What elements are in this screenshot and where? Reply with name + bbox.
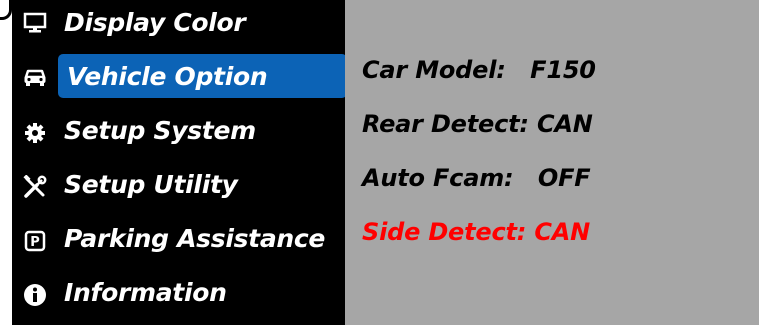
svg-text:P: P [30, 235, 40, 250]
menu-item-label: Setup System [64, 115, 256, 145]
corner-mark [0, 0, 12, 20]
menu-item-display-color[interactable]: Display Color [58, 0, 345, 44]
menu-item-information[interactable]: Information [58, 270, 345, 314]
gear-icon[interactable] [22, 120, 48, 146]
menu-item-parking-assistance[interactable]: Parking Assistance [58, 216, 345, 260]
right-border [759, 0, 766, 325]
car-icon[interactable] [22, 64, 48, 90]
menu-item-label: Information [64, 277, 227, 307]
tools-icon[interactable] [22, 174, 48, 200]
menu-item-label: Parking Assistance [64, 223, 326, 253]
menu-item-vehicle-option[interactable]: Vehicle Option [58, 54, 347, 98]
menu-item-label: Vehicle Option [67, 61, 268, 91]
side-detect-option[interactable]: Side Detect: CAN [362, 218, 590, 246]
rear-detect-option[interactable]: Rear Detect: CAN [362, 110, 593, 138]
menu-item-setup-utility[interactable]: Setup Utility [58, 162, 345, 206]
car-model-option[interactable]: Car Model: F150 [362, 56, 596, 84]
auto-fcam-option[interactable]: Auto Fcam: OFF [362, 164, 591, 192]
menu-item-label: Display Color [64, 7, 246, 37]
screen: P Display Color Vehicle Option Setup Sys… [0, 0, 766, 325]
menu-item-setup-system[interactable]: Setup System [58, 108, 345, 152]
icon-column: P [12, 0, 58, 325]
settings-menu: Display Color Vehicle Option Setup Syste… [58, 0, 347, 325]
detail-panel: Car Model: F150 Rear Detect: CAN Auto Fc… [345, 0, 759, 325]
monitor-icon[interactable] [22, 10, 48, 36]
parking-icon[interactable]: P [22, 228, 48, 254]
info-icon[interactable] [22, 282, 48, 308]
menu-item-label: Setup Utility [64, 169, 238, 199]
